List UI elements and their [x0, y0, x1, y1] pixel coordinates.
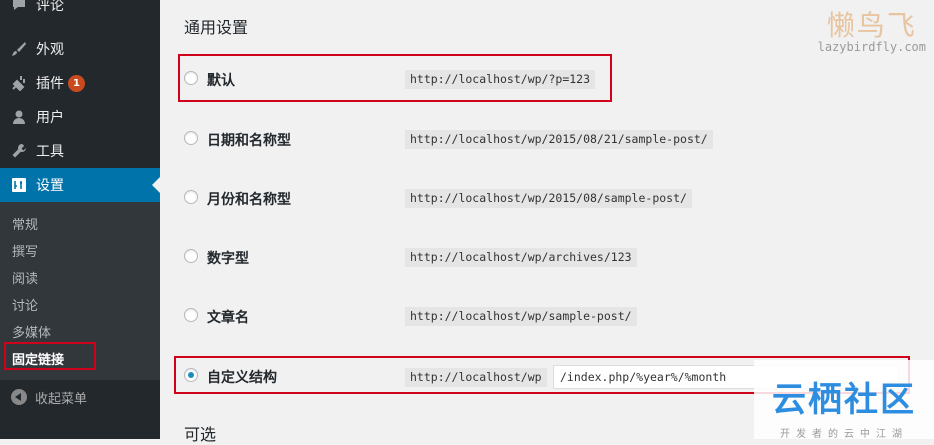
menu-item-label: 评论 [36, 0, 64, 14]
collapse-arrow-icon [11, 389, 27, 405]
menu-item-appearance[interactable]: 外观 [0, 32, 160, 66]
user-icon [10, 108, 28, 126]
submenu-item-writing[interactable]: 撰写 [12, 241, 38, 260]
example-url-month-and-name: http://localhost/wp/2015/08/sample-post/ [405, 189, 692, 208]
example-url-numeric: http://localhost/wp/archives/123 [405, 248, 637, 267]
menu-item-label: 工具 [36, 144, 64, 160]
menu-item-label: 外观 [36, 42, 64, 58]
plugin-icon [10, 74, 28, 92]
option-label-post-name: 文章名 [207, 310, 249, 326]
option-label-numeric: 数字型 [207, 251, 249, 267]
submenu-item-media[interactable]: 多媒体 [12, 322, 51, 341]
section-title-common-settings: 通用设置 [184, 18, 249, 37]
watermark-brand-text: 懒鸟飞 [826, 9, 917, 42]
collapse-menu-button[interactable]: 收起菜单 [0, 380, 160, 414]
menu-item-settings[interactable]: 设置 [0, 168, 160, 202]
menu-item-comments[interactable]: 评论 [0, 0, 160, 22]
example-url-date-and-name: http://localhost/wp/2015/08/21/sample-po… [405, 130, 713, 149]
menu-item-label: 设置 [36, 178, 64, 194]
radio-date-and-name[interactable] [184, 131, 198, 145]
watermark-url-text: lazybirdfly.com [817, 40, 926, 54]
watermark-lazybirdfly: 懒鸟飞 lazybirdfly.com [818, 4, 926, 54]
radio-post-name[interactable] [184, 308, 198, 322]
submenu-item-reading[interactable]: 阅读 [12, 268, 38, 287]
watermark-yunqi-tagline: 开发者的云中江湖 [780, 429, 908, 440]
menu-item-label: 插件 [36, 76, 64, 92]
option-label-month-and-name: 月份和名称型 [207, 192, 291, 208]
example-url-post-name: http://localhost/wp/sample-post/ [405, 307, 637, 326]
highlight-box-permalinks [4, 342, 96, 370]
submenu-item-discussion[interactable]: 讨论 [12, 295, 38, 314]
wrench-icon [10, 142, 28, 160]
radio-numeric[interactable] [184, 249, 198, 263]
watermark-yunqi: 云栖社区 开发者的云中江湖 [754, 360, 934, 440]
comment-icon [10, 0, 28, 14]
section-title-optional: 可选 [184, 425, 217, 444]
active-indicator-arrow [152, 177, 160, 193]
admin-sidebar: 评论 外观 插件 1 用户 工具 设置 常规 撰写 阅读 讨论 多媒体 固定链接… [0, 0, 160, 439]
menu-item-plugins[interactable]: 插件 1 [0, 66, 160, 100]
menu-item-tools[interactable]: 工具 [0, 134, 160, 168]
option-label-date-and-name: 日期和名称型 [207, 133, 291, 149]
submenu-item-general[interactable]: 常规 [12, 214, 38, 233]
watermark-yunqi-brand: 云栖社区 [772, 380, 916, 420]
highlight-box-default [178, 54, 612, 102]
update-count-badge: 1 [68, 74, 85, 92]
radio-month-and-name[interactable] [184, 190, 198, 204]
collapse-menu-label: 收起菜单 [35, 391, 88, 407]
settings-icon [10, 176, 28, 194]
menu-item-label: 用户 [36, 110, 64, 126]
paintbrush-icon [10, 40, 28, 58]
menu-item-users[interactable]: 用户 [0, 100, 160, 134]
